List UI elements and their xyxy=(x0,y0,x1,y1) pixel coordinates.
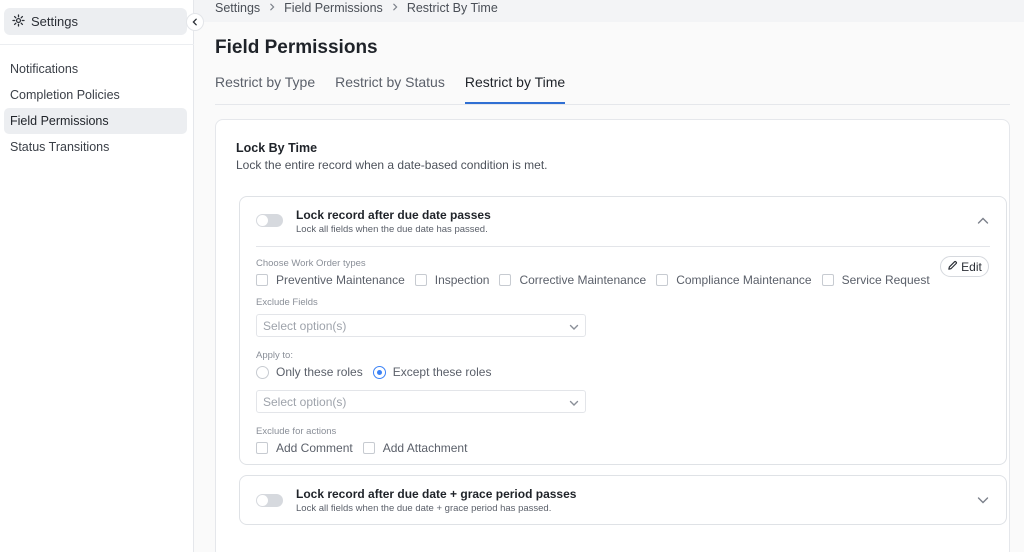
radio-except-these-roles[interactable]: Except these roles xyxy=(372,365,492,379)
sidebar-header-label: Settings xyxy=(31,14,78,29)
breadcrumb-item-restrict-by-time: Restrict By Time xyxy=(406,1,498,15)
checkbox-label: Add Attachment xyxy=(382,441,468,455)
breadcrumb: Settings Field Permissions Restrict By T… xyxy=(215,1,498,15)
select-placeholder: Select option(s) xyxy=(263,394,347,409)
apply-to-label: Apply to: xyxy=(256,350,293,361)
edit-button[interactable]: Edit xyxy=(940,256,989,277)
exclude-actions-checkboxes: Add Comment Add Attachment xyxy=(256,441,477,455)
chevron-down-icon xyxy=(569,397,579,411)
rule-subtitle: Lock all fields when the due date + grac… xyxy=(296,503,552,514)
checkbox-label: Corrective Maintenance xyxy=(519,273,647,287)
apply-to-radio-group: Only these roles Except these roles xyxy=(256,365,501,379)
checkbox-box[interactable] xyxy=(499,274,512,286)
breadcrumb-item-settings[interactable]: Settings xyxy=(215,1,260,15)
sidebar-item-status-transitions[interactable]: Status Transitions xyxy=(4,134,187,160)
sidebar-divider xyxy=(0,44,194,45)
sidebar-nav: Notifications Completion Policies Field … xyxy=(4,56,187,160)
panel-description: Lock the entire record when a date-based… xyxy=(236,158,548,172)
checkbox-box[interactable] xyxy=(656,274,669,286)
sidebar-item-completion-policies[interactable]: Completion Policies xyxy=(4,82,187,108)
panel-title: Lock By Time xyxy=(236,141,318,155)
checkbox-box[interactable] xyxy=(256,442,268,454)
checkbox-label: Preventive Maintenance xyxy=(276,273,405,287)
card-divider xyxy=(256,246,990,247)
settings-sidebar: Settings Notifications Completion Polici… xyxy=(0,0,194,552)
sidebar-item-label: Field Permissions xyxy=(10,114,109,128)
tab-bar: Restrict by Type Restrict by Status Rest… xyxy=(215,72,566,104)
rule-subtitle: Lock all fields when the due date has pa… xyxy=(296,224,488,235)
chevron-left-icon xyxy=(191,13,199,31)
rule-card-due-date: Lock record after due date passes Lock a… xyxy=(239,196,1007,465)
checkbox-inspection[interactable]: Inspection xyxy=(414,273,490,287)
checkbox-add-comment[interactable]: Add Comment xyxy=(256,441,353,455)
checkbox-compliance-maintenance[interactable]: Compliance Maintenance xyxy=(656,273,812,287)
checkbox-preventive-maintenance[interactable]: Preventive Maintenance xyxy=(256,273,405,287)
checkbox-add-attachment[interactable]: Add Attachment xyxy=(362,441,468,455)
breadcrumb-item-field-permissions[interactable]: Field Permissions xyxy=(284,1,383,15)
edit-button-label: Edit xyxy=(961,259,982,274)
work-order-types-label: Choose Work Order types xyxy=(256,258,366,269)
chevron-down-icon xyxy=(569,321,579,335)
lock-by-time-panel: Lock By Time Lock the entire record when… xyxy=(215,119,1010,552)
sidebar-item-notifications[interactable]: Notifications xyxy=(4,56,187,82)
checkbox-box[interactable] xyxy=(256,274,268,286)
roles-select[interactable]: Select option(s) xyxy=(256,390,586,413)
radio-label: Except these roles xyxy=(392,365,492,379)
gear-icon xyxy=(12,13,25,30)
chevron-right-icon xyxy=(268,2,276,14)
main-content: Settings Field Permissions Restrict By T… xyxy=(194,0,1024,552)
checkbox-service-request[interactable]: Service Request xyxy=(821,273,930,287)
checkbox-label: Add Comment xyxy=(276,441,353,455)
sidebar-item-field-permissions[interactable]: Field Permissions xyxy=(4,108,187,134)
chevron-up-icon[interactable] xyxy=(976,214,990,228)
radio-label: Only these roles xyxy=(276,365,363,379)
page-title: Field Permissions xyxy=(215,37,378,58)
sidebar-item-label: Status Transitions xyxy=(10,140,110,154)
radio-button[interactable] xyxy=(372,365,386,379)
exclude-fields-label: Exclude Fields xyxy=(256,297,318,308)
checkbox-box[interactable] xyxy=(414,274,427,286)
top-bar: Settings Field Permissions Restrict By T… xyxy=(194,0,1024,22)
rule-toggle-grace-period[interactable] xyxy=(256,494,283,507)
radio-button[interactable] xyxy=(256,365,269,379)
chevron-down-icon[interactable] xyxy=(976,493,990,507)
work-order-types-checkboxes: Preventive Maintenance Inspection Correc… xyxy=(256,273,940,287)
tabs-divider xyxy=(215,104,1010,105)
checkbox-box[interactable] xyxy=(821,274,834,286)
sidebar-header-settings[interactable]: Settings xyxy=(4,8,187,35)
checkbox-box[interactable] xyxy=(362,442,375,454)
exclude-fields-select[interactable]: Select option(s) xyxy=(256,314,586,337)
rule-title: Lock record after due date + grace perio… xyxy=(296,487,577,501)
sidebar-item-label: Notifications xyxy=(10,62,79,76)
select-placeholder: Select option(s) xyxy=(263,318,347,333)
tab-restrict-by-time[interactable]: Restrict by Time xyxy=(464,72,566,104)
checkbox-label: Service Request xyxy=(841,273,930,287)
rule-toggle-due-date[interactable] xyxy=(256,214,283,227)
checkbox-corrective-maintenance[interactable]: Corrective Maintenance xyxy=(499,273,646,287)
pencil-icon xyxy=(947,260,958,274)
rule-title: Lock record after due date passes xyxy=(296,208,491,222)
collapse-sidebar-button[interactable] xyxy=(186,13,204,31)
chevron-right-icon xyxy=(391,2,399,14)
tab-restrict-by-status[interactable]: Restrict by Status xyxy=(335,72,445,104)
tab-restrict-by-type[interactable]: Restrict by Type xyxy=(215,72,315,104)
rule-card-grace-period: Lock record after due date + grace perio… xyxy=(239,475,1007,525)
checkbox-label: Inspection xyxy=(434,273,490,287)
checkbox-label: Compliance Maintenance xyxy=(676,273,812,287)
radio-only-these-roles[interactable]: Only these roles xyxy=(256,365,363,379)
sidebar-item-label: Completion Policies xyxy=(10,88,120,102)
exclude-actions-label: Exclude for actions xyxy=(256,426,337,437)
